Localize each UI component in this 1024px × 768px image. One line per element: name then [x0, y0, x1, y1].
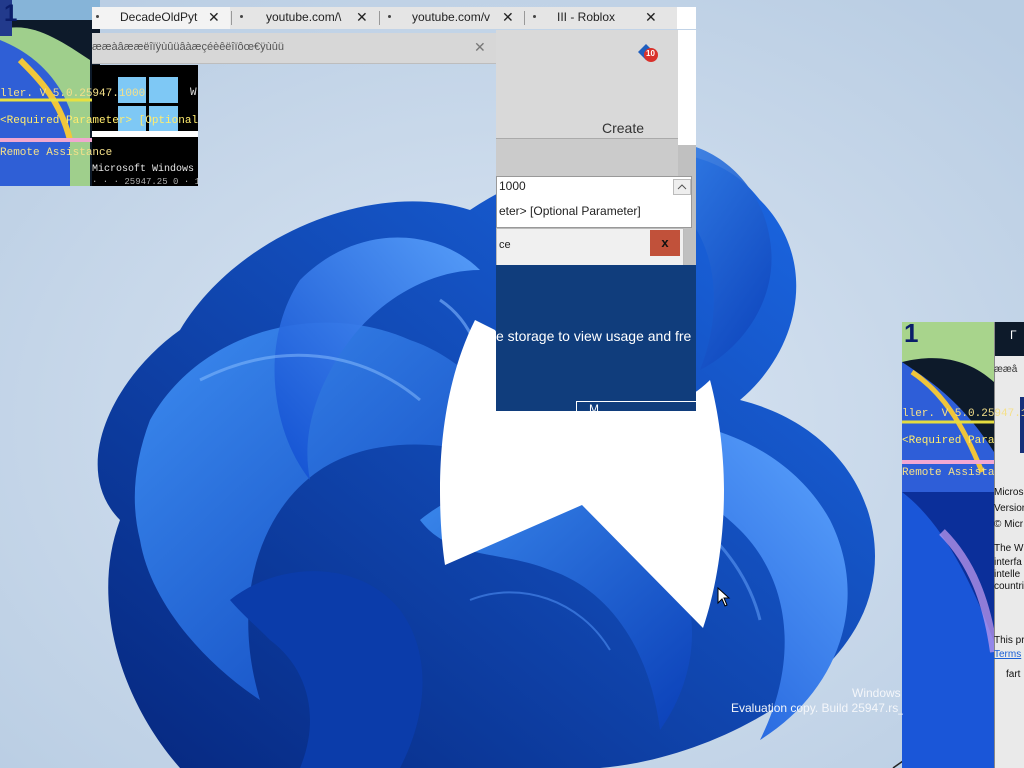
notification-icon[interactable]: 10	[634, 40, 660, 64]
watermark-build: Evaluation copy. Build 25947.rs_p	[731, 701, 903, 715]
about-dialog-text: Microso Versior © Micr The Wi interfa in…	[994, 485, 1024, 683]
tab-favicon-icon	[96, 15, 99, 18]
storage-banner: e storage to view usage and fre M	[496, 265, 696, 411]
strip-text: ææàâææëîïÿùûüâàæçéèêëîïôœ€ÿùûü	[92, 41, 285, 53]
about-line: © Micr	[994, 519, 1024, 530]
console-remote-line: Remote Assistance	[0, 147, 113, 159]
mouse-cursor-icon	[717, 587, 731, 607]
tab-youtube-1[interactable]: youtube.com/\ ✕	[232, 7, 378, 29]
console-ms-line: Microsoft Windows	[92, 164, 195, 175]
tab-close-icon[interactable]: ✕	[502, 7, 514, 27]
console-version-line: ller. V 5.0.25947.1000	[0, 88, 146, 100]
watermark-title: Windows	[852, 686, 901, 700]
notification-count: 10	[646, 49, 655, 58]
chevron-up-icon	[677, 184, 687, 190]
tab-title: III - Roblox	[557, 10, 616, 24]
close-button[interactable]: x	[650, 230, 680, 256]
gui-version-text: 1000	[499, 179, 526, 193]
console-window: ller. V 5.0.25947.1000 <Required Paramet…	[0, 65, 198, 186]
tab-favicon-icon	[388, 15, 391, 18]
about-line: interfa	[994, 557, 1022, 568]
console-partial-line: · · · 25947.25 0 · 1	[92, 177, 198, 186]
right-remote-line: Remote Assistance	[902, 467, 994, 479]
console-usage-line: <Required Parameter> [Optional Paramete	[0, 115, 198, 127]
tab-favicon-icon	[533, 15, 536, 18]
tab-roblox[interactable]: III - Roblox ✕	[525, 7, 675, 29]
create-button[interactable]: Create	[602, 120, 644, 136]
glitch-digit: 1	[4, 0, 18, 27]
about-line: fart	[1006, 669, 1021, 680]
tab-title: youtube.com/v	[412, 10, 491, 24]
scroll-up-button[interactable]	[673, 179, 691, 195]
glitch-fragment-right: 1 Γ ææâ ller. V 5.0.25947.10 <Required P…	[902, 322, 1024, 768]
about-line: Microso	[994, 487, 1024, 498]
about-line: The Wi	[994, 543, 1024, 554]
glitch-digit-right: 1	[904, 322, 919, 348]
tab-youtube-2[interactable]: youtube.com/v ✕	[380, 7, 524, 29]
tab-decadeoldpyt[interactable]: DecadeOldPyt ✕	[92, 7, 230, 29]
right-header-text: Γ	[1010, 328, 1017, 342]
notification-strip: ææàâææëîïÿùûüâàæçéèêëîïôœ€ÿùûü ✕	[92, 33, 496, 64]
about-line: countri	[994, 581, 1024, 592]
terms-link[interactable]: Terms	[994, 649, 1024, 661]
right-version-line: ller. V 5.0.25947.10	[902, 408, 1024, 420]
gui-field-text: ce	[499, 239, 511, 251]
storage-message: e storage to view usage and fre	[496, 328, 692, 344]
gui-window: 10 Create 1000 eter> [Optional Parameter…	[496, 30, 696, 266]
about-line: Versior	[994, 503, 1024, 514]
browser-tab-bar: DecadeOldPyt ✕ youtube.com/\ ✕ youtube.c…	[92, 7, 696, 29]
about-line: intelle	[994, 569, 1021, 580]
console-corner-text: W	[190, 87, 197, 99]
right-title-text: ææâ	[994, 364, 1018, 375]
right-param-line: <Required Paramete	[902, 435, 994, 447]
tab-close-icon[interactable]: ✕	[356, 7, 368, 27]
gui-param-text: eter> [Optional Parameter]	[499, 204, 641, 218]
manage-storage-button[interactable]: M	[576, 401, 696, 411]
tab-title: youtube.com/\	[266, 10, 342, 24]
tab-close-icon[interactable]: ✕	[645, 7, 657, 27]
about-line: This pr	[994, 635, 1024, 646]
tab-close-icon[interactable]: ✕	[208, 7, 220, 27]
tab-title: DecadeOldPyt	[120, 10, 198, 24]
tab-favicon-icon	[240, 15, 243, 18]
tab-bar-blank	[677, 7, 696, 29]
gui-text-area[interactable]: 1000 eter> [Optional Parameter]	[496, 176, 692, 228]
strip-close-icon[interactable]: ✕	[474, 39, 486, 56]
